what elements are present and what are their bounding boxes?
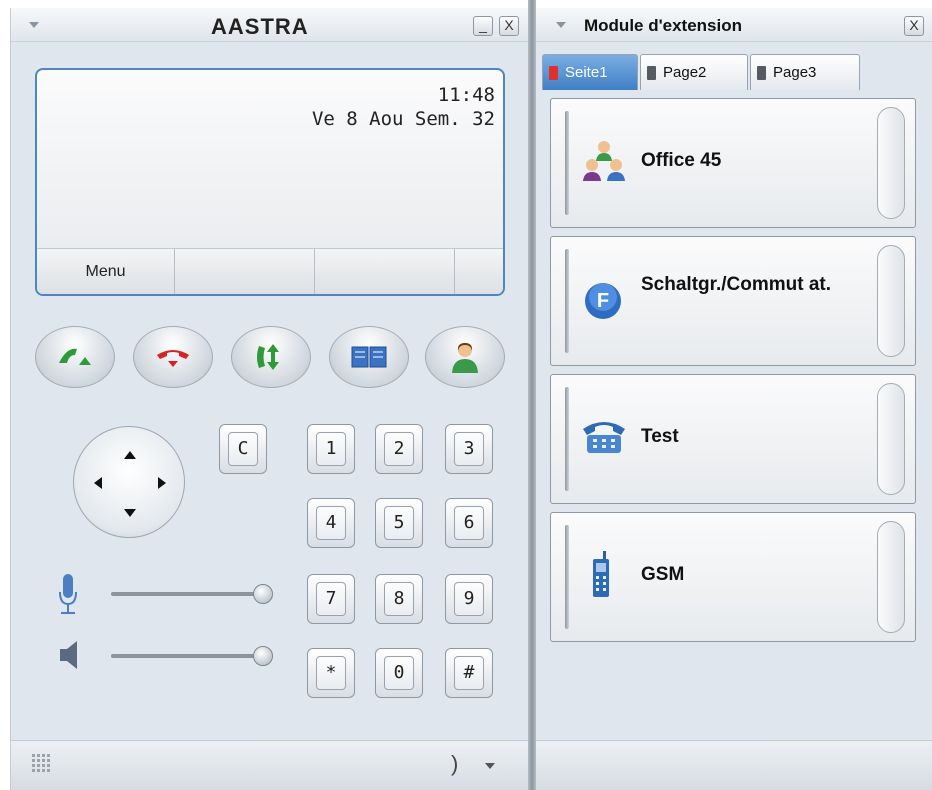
phone-window: AASTRA _ X 11:48 Ve 8 Aou Sem. 32 Menu C… <box>10 8 528 790</box>
desk-phone-icon <box>583 422 625 453</box>
softkey-2[interactable] <box>175 249 315 294</box>
keypad-key-8[interactable]: 8 <box>375 574 423 624</box>
user-icon <box>452 343 478 373</box>
keypad-key-6[interactable]: 6 <box>445 498 493 548</box>
button-led <box>565 525 569 629</box>
button-led <box>565 111 569 215</box>
keypad-key-9[interactable]: 9 <box>445 574 493 624</box>
svg-text:F: F <box>597 290 609 312</box>
softkey-menu[interactable]: Menu <box>37 249 175 294</box>
softkey-3[interactable] <box>315 249 455 294</box>
keypad-key-0[interactable]: 0 <box>375 648 423 698</box>
extension-label: Test <box>641 426 679 447</box>
phone-title-bar: AASTRA _ X <box>11 8 528 42</box>
extension-button-schaltgr[interactable]: F Schaltgr./Commut at. <box>550 236 916 366</box>
minimize-button[interactable]: _ <box>473 16 493 36</box>
status-dropdown-icon[interactable] <box>485 763 495 769</box>
nav-left-icon[interactable] <box>94 477 102 489</box>
button-capsule <box>877 521 905 633</box>
keypad-key-5[interactable]: 5 <box>375 498 423 548</box>
brand-logo: AASTRA <box>211 14 309 39</box>
button-capsule <box>877 383 905 495</box>
display-date: Ve 8 Aou Sem. 32 <box>311 108 495 130</box>
microphone-volume-track[interactable] <box>111 592 263 596</box>
handset-status-icon: ) <box>451 751 459 776</box>
phonebook-icon <box>351 346 387 368</box>
extension-button-office-45[interactable]: Office 45 <box>550 98 916 228</box>
extension-label: GSM <box>641 564 685 585</box>
button-capsule <box>877 245 905 357</box>
extension-module-window: Module d'extension X Seite1 Page2 Page3 … <box>536 8 932 790</box>
tab-page2-marker-icon <box>647 65 656 80</box>
phone-status-bar: ) <box>11 740 528 790</box>
module-title-bar: Module d'extension X <box>536 8 932 42</box>
off-hook-button[interactable] <box>35 326 115 388</box>
softkey-4[interactable] <box>455 249 503 294</box>
hang-up-button[interactable] <box>133 326 213 388</box>
tab-seite1[interactable]: Seite1 <box>542 54 638 90</box>
keypad-key-7[interactable]: 7 <box>307 574 355 624</box>
display-time: 11:48 <box>437 84 495 106</box>
transfer-button[interactable] <box>231 326 311 388</box>
phone-display: 11:48 Ve 8 Aou Sem. 32 Menu <box>35 68 505 296</box>
keypad-key-1[interactable]: 1 <box>307 424 355 474</box>
tab-seite1-marker-icon <box>549 65 558 80</box>
extension-button-gsm[interactable]: GSM <box>550 512 916 642</box>
speaker-volume-thumb[interactable] <box>253 646 273 666</box>
tab-page3[interactable]: Page3 <box>750 54 860 90</box>
close-button[interactable]: X <box>499 16 519 36</box>
softkey-bar: Menu <box>37 248 503 294</box>
group-icon <box>583 141 625 181</box>
keypad-key-star[interactable]: * <box>307 648 355 698</box>
extension-button-test[interactable]: Test <box>550 374 916 504</box>
speaker-icon <box>60 641 77 669</box>
speaker-volume-track[interactable] <box>111 654 263 658</box>
keypad-key-hash[interactable]: # <box>445 648 493 698</box>
tab-page3-marker-icon <box>757 65 766 80</box>
clear-key[interactable]: C <box>219 424 267 474</box>
module-menu-icon[interactable] <box>556 22 566 28</box>
button-led <box>565 387 569 491</box>
extension-label: Schaltgr./Commut at. <box>641 274 832 295</box>
keypad-key-2[interactable]: 2 <box>375 424 423 474</box>
extension-label: Office 45 <box>641 150 722 171</box>
nav-down-icon[interactable] <box>124 509 136 517</box>
transfer-icon <box>257 344 279 370</box>
grip-icon[interactable] <box>31 753 53 775</box>
navigation-pad[interactable] <box>73 426 185 538</box>
off-hook-icon <box>59 348 91 365</box>
window-menu-icon[interactable] <box>29 22 39 28</box>
keypad-key-4[interactable]: 4 <box>307 498 355 548</box>
phonebook-button[interactable] <box>329 326 409 388</box>
nav-up-icon[interactable] <box>124 451 136 459</box>
button-capsule <box>877 107 905 219</box>
module-status-bar <box>536 740 932 790</box>
user-button[interactable] <box>425 326 505 388</box>
hang-up-icon <box>157 350 189 367</box>
microphone-icon <box>59 574 77 614</box>
module-title: Module d'extension <box>584 16 742 35</box>
button-led <box>565 249 569 353</box>
module-close-button[interactable]: X <box>904 16 924 36</box>
mobile-phone-icon <box>593 551 609 597</box>
switch-group-icon: F <box>585 283 621 319</box>
nav-right-icon[interactable] <box>158 477 166 489</box>
window-splitter[interactable] <box>528 0 536 790</box>
keypad-key-3[interactable]: 3 <box>445 424 493 474</box>
tab-page2[interactable]: Page2 <box>640 54 748 90</box>
microphone-volume-thumb[interactable] <box>253 584 273 604</box>
